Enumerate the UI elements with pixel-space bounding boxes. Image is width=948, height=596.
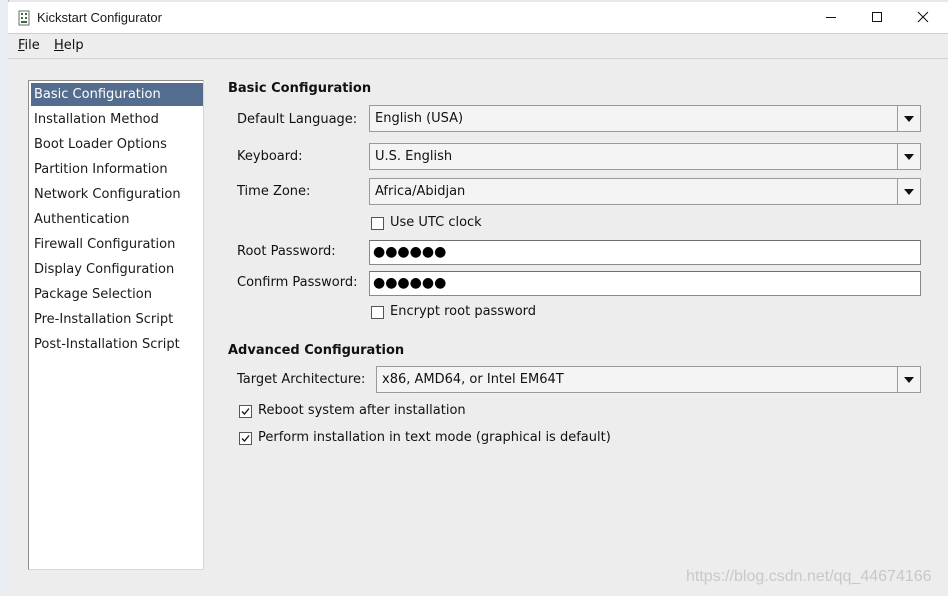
keyboard-value: U.S. English xyxy=(375,149,453,164)
root-password-input[interactable]: ●●●●●● xyxy=(369,240,921,265)
dropdown-arrow-icon xyxy=(904,189,914,195)
maximize-button[interactable] xyxy=(854,2,900,33)
sidebar-item-installation-method[interactable]: Installation Method xyxy=(31,108,203,131)
close-button[interactable] xyxy=(900,2,946,33)
default-language-label: Default Language: xyxy=(237,112,358,127)
dropdown-arrow-icon xyxy=(904,116,914,122)
sidebar-item-pre-installation-script[interactable]: Pre-Installation Script xyxy=(31,308,203,331)
minimize-icon xyxy=(826,17,836,18)
root-password-label: Root Password: xyxy=(237,244,336,259)
keyboard-label: Keyboard: xyxy=(237,149,303,164)
checkmark-icon xyxy=(241,408,250,415)
default-language-select[interactable]: English (USA) xyxy=(369,105,921,132)
time-zone-select[interactable]: Africa/Abidjan xyxy=(369,178,921,205)
basic-configuration-heading: Basic Configuration xyxy=(228,81,372,96)
sidebar-item-display-configuration[interactable]: Display Configuration xyxy=(31,258,203,281)
menu-help-rest: elp xyxy=(63,38,84,53)
dropdown-arrow-icon xyxy=(904,154,914,160)
target-architecture-value: x86, AMD64, or Intel EM64T xyxy=(382,372,564,387)
keyboard-select[interactable]: U.S. English xyxy=(369,143,921,170)
kickstart-window: Kickstart Configurator File Help Basic C… xyxy=(8,2,948,596)
window-title: Kickstart Configurator xyxy=(37,10,162,25)
watermark-text: https://blog.csdn.net/qq_44674166 xyxy=(686,568,932,585)
maximize-icon xyxy=(872,12,882,22)
root-password-value: ●●●●●● xyxy=(373,244,447,260)
text-mode-install-checkbox[interactable] xyxy=(239,432,252,445)
reboot-after-install-checkbox[interactable] xyxy=(239,405,252,418)
confirm-password-input[interactable]: ●●●●●● xyxy=(369,271,921,296)
sidebar-item-post-installation-script[interactable]: Post-Installation Script xyxy=(31,333,203,356)
checkmark-icon xyxy=(241,435,250,442)
use-utc-clock-label[interactable]: Use UTC clock xyxy=(390,215,482,230)
category-list[interactable]: Basic Configuration Installation Method … xyxy=(28,80,204,570)
dropdown-arrow-icon xyxy=(904,377,914,383)
menu-file[interactable]: File xyxy=(18,38,40,53)
sidebar-item-boot-loader-options[interactable]: Boot Loader Options xyxy=(31,133,203,156)
sidebar-item-network-configuration[interactable]: Network Configuration xyxy=(31,183,203,206)
target-architecture-label: Target Architecture: xyxy=(237,372,366,387)
default-language-value: English (USA) xyxy=(375,111,464,126)
encrypt-root-password-checkbox[interactable] xyxy=(371,306,384,319)
sidebar-item-authentication[interactable]: Authentication xyxy=(31,208,203,231)
app-icon xyxy=(18,10,30,26)
title-bar: Kickstart Configurator xyxy=(8,2,948,34)
time-zone-dropdown[interactable] xyxy=(897,179,920,204)
target-architecture-dropdown[interactable] xyxy=(897,367,920,392)
keyboard-dropdown[interactable] xyxy=(897,144,920,169)
sidebar-item-firewall-configuration[interactable]: Firewall Configuration xyxy=(31,233,203,256)
menu-file-rest: ile xyxy=(24,38,40,53)
sidebar-item-package-selection[interactable]: Package Selection xyxy=(31,283,203,306)
confirm-password-value: ●●●●●● xyxy=(373,275,447,291)
target-architecture-select[interactable]: x86, AMD64, or Intel EM64T xyxy=(376,366,921,393)
default-language-dropdown[interactable] xyxy=(897,106,920,131)
reboot-after-install-label[interactable]: Reboot system after installation xyxy=(258,403,466,418)
sidebar-item-basic-configuration[interactable]: Basic Configuration xyxy=(31,83,203,106)
advanced-configuration-heading: Advanced Configuration xyxy=(228,343,405,358)
use-utc-clock-checkbox[interactable] xyxy=(371,217,384,230)
menu-help-mnemonic: H xyxy=(54,38,64,53)
sidebar-item-partition-information[interactable]: Partition Information xyxy=(31,158,203,181)
menu-help[interactable]: Help xyxy=(54,38,84,53)
time-zone-value: Africa/Abidjan xyxy=(375,184,466,199)
confirm-password-label: Confirm Password: xyxy=(237,275,358,290)
time-zone-label: Time Zone: xyxy=(237,184,311,199)
encrypt-root-password-label[interactable]: Encrypt root password xyxy=(390,304,536,319)
menu-bar: File Help xyxy=(8,34,948,59)
text-mode-install-label[interactable]: Perform installation in text mode (graph… xyxy=(258,430,611,445)
minimize-button[interactable] xyxy=(808,2,854,33)
close-icon xyxy=(917,11,929,23)
